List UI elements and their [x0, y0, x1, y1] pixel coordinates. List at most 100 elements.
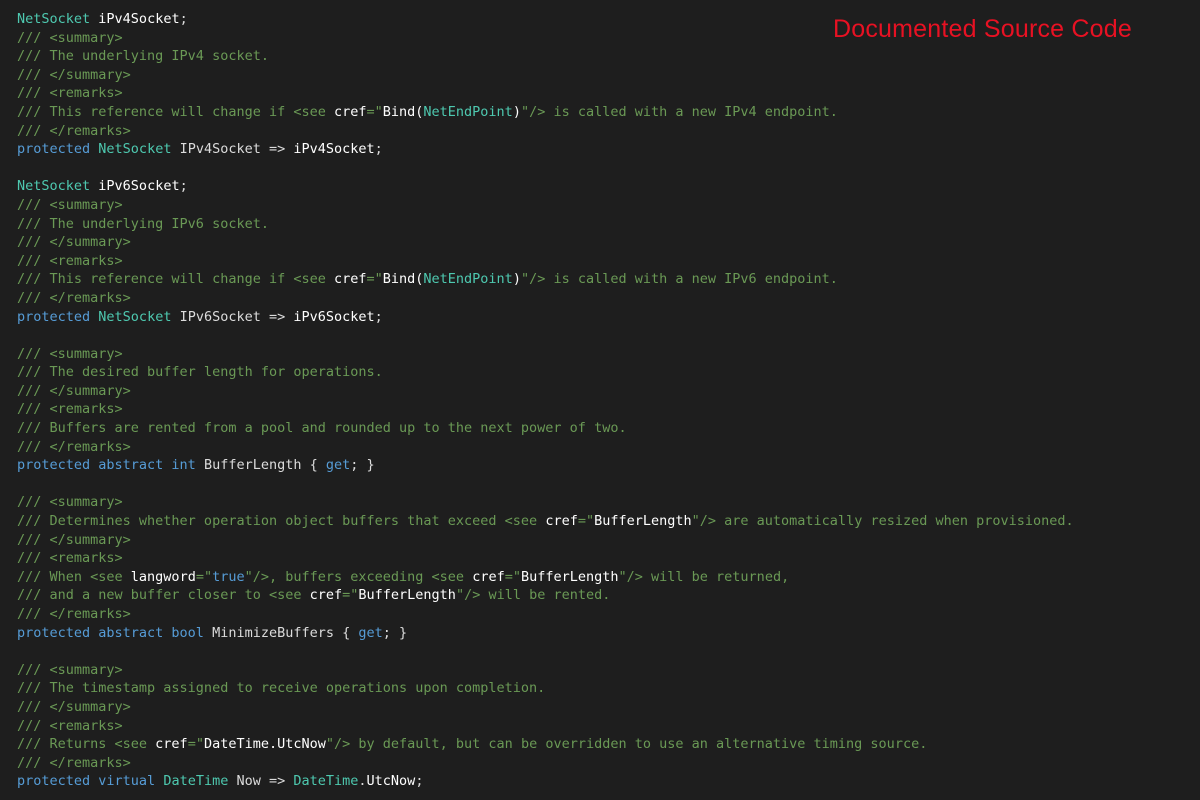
- code-token: "/>, buffers exceeding <see: [244, 568, 473, 585]
- code-token: iPv4Socket: [98, 11, 180, 27]
- code-line[interactable]: /// </summary>: [17, 66, 1074, 85]
- code-token: IPv4Socket =>: [171, 141, 294, 158]
- code-token: /// </remarks>: [17, 289, 131, 306]
- code-line[interactable]: /// </remarks>: [17, 289, 1074, 308]
- code-token: "/> is called with a new IPv6 endpoint.: [520, 271, 838, 288]
- code-line[interactable]: protected virtual DateTime Now => DateTi…: [17, 772, 1074, 791]
- code-line[interactable]: /// When <see langword="true"/>, buffers…: [17, 568, 1074, 587]
- code-token: =": [366, 271, 383, 288]
- code-token: BufferLength: [594, 513, 692, 530]
- code-line[interactable]: /// </summary>: [17, 233, 1074, 252]
- code-token: get: [358, 624, 383, 641]
- code-token: ;: [415, 773, 424, 790]
- code-line[interactable]: [17, 642, 1074, 661]
- code-token: /// <summary>: [17, 661, 123, 678]
- code-token: cref: [309, 587, 343, 604]
- code-token: /// </remarks>: [17, 438, 131, 455]
- code-token: =": [577, 513, 595, 530]
- code-line[interactable]: /// </summary>: [17, 698, 1074, 717]
- code-token: protected abstract int: [17, 457, 196, 474]
- code-line[interactable]: /// Returns <see cref="DateTime.UtcNow"/…: [17, 735, 1074, 754]
- code-token: /// </remarks>: [17, 754, 131, 771]
- page-title: Documented Source Code: [832, 15, 1132, 43]
- code-token: protected abstract bool: [17, 624, 204, 641]
- code-token: /// The desired buffer length for operat…: [17, 364, 383, 381]
- code-token: UtcNow: [366, 773, 416, 790]
- code-line[interactable]: /// <summary>: [17, 196, 1074, 215]
- code-token: /// Returns <see: [17, 736, 156, 753]
- code-line[interactable]: protected abstract bool MinimizeBuffers …: [17, 624, 1074, 643]
- code-token: /// <summary>: [17, 345, 123, 362]
- code-line[interactable]: /// <summary>: [17, 493, 1074, 512]
- code-token: /// <remarks>: [17, 252, 123, 269]
- code-token: true: [212, 568, 245, 585]
- code-token: .: [358, 773, 367, 790]
- code-line[interactable]: /// </summary>: [17, 531, 1074, 550]
- code-editor[interactable]: NetSocket iPv4Socket; /// <summary> /// Th…: [0, 0, 1200, 800]
- code-token: MinimizeBuffers {: [203, 624, 359, 641]
- code-token: BufferLength: [358, 587, 456, 604]
- code-token: /// </summary>: [17, 66, 131, 83]
- code-token: ;: [179, 11, 188, 27]
- code-line[interactable]: /// <remarks>: [17, 252, 1074, 271]
- code-area[interactable]: NetSocket iPv4Socket; /// <summary> /// Th…: [17, 10, 1074, 791]
- code-token: /// Determines whether operation object …: [17, 513, 546, 530]
- code-line[interactable]: /// The underlying IPv6 socket.: [17, 215, 1074, 234]
- code-token: protected: [17, 141, 91, 158]
- code-line[interactable]: /// <remarks>: [17, 549, 1074, 568]
- code-token: ): [512, 103, 521, 120]
- code-line[interactable]: /// </remarks>: [17, 754, 1074, 773]
- code-line[interactable]: /// </remarks>: [17, 438, 1074, 457]
- code-line[interactable]: /// </remarks>: [17, 605, 1074, 624]
- code-line[interactable]: /// </remarks>: [17, 122, 1074, 141]
- code-token: =": [366, 103, 383, 120]
- code-token: BufferLength {: [195, 457, 326, 474]
- code-line[interactable]: /// <remarks>: [17, 400, 1074, 419]
- code-token: /// <remarks>: [17, 85, 123, 102]
- code-token: /// <summary>: [17, 29, 123, 46]
- code-line[interactable]: /// and a new buffer closer to <see cref…: [17, 586, 1074, 605]
- code-token: /// <summary>: [17, 494, 123, 511]
- code-token: iPv6Socket: [98, 178, 180, 195]
- code-token: protected virtual: [17, 773, 156, 790]
- code-line[interactable]: /// This reference will change if <see c…: [17, 270, 1074, 289]
- code-token: NetSocket: [17, 11, 91, 27]
- code-token: =": [195, 568, 213, 585]
- code-line[interactable]: protected abstract int BufferLength { ge…: [17, 456, 1074, 475]
- code-token: ;: [374, 141, 383, 158]
- code-line[interactable]: protected NetSocket IPv6Socket => iPv6So…: [17, 308, 1074, 327]
- code-line[interactable]: /// The underlying IPv4 socket.: [17, 47, 1074, 66]
- code-token: "/> is called with a new IPv4 endpoint.: [520, 103, 838, 120]
- code-line[interactable]: /// This reference will change if <see c…: [17, 103, 1074, 122]
- code-line[interactable]: /// <remarks>: [17, 717, 1074, 736]
- code-token: /// </remarks>: [17, 122, 131, 139]
- code-line[interactable]: /// <summary>: [17, 661, 1074, 680]
- code-line[interactable]: [17, 326, 1074, 345]
- code-line[interactable]: protected NetSocket IPv4Socket => iPv4So…: [17, 140, 1074, 159]
- code-token: iPv4Socket: [293, 141, 375, 158]
- code-token: ;: [374, 308, 383, 325]
- code-token: ; }: [382, 624, 408, 641]
- code-line[interactable]: /// The timestamp assigned to receive op…: [17, 679, 1074, 698]
- code-token: "/> are automatically resized when provi…: [691, 513, 1074, 530]
- code-line[interactable]: /// The desired buffer length for operat…: [17, 363, 1074, 382]
- code-line[interactable]: [17, 475, 1074, 494]
- code-token: cref: [545, 513, 578, 530]
- code-line[interactable]: /// </summary>: [17, 382, 1074, 401]
- code-line[interactable]: /// <remarks>: [17, 84, 1074, 103]
- code-line[interactable]: /// Buffers are rented from a pool and r…: [17, 419, 1074, 438]
- code-token: "/> will be returned,: [618, 568, 790, 585]
- code-token: ): [512, 271, 521, 288]
- code-token: /// </remarks>: [17, 606, 131, 622]
- code-token: BufferLength: [520, 568, 619, 585]
- code-token: /// This reference will change if <see: [17, 103, 334, 120]
- code-line[interactable]: NetSocket iPv6Socket;: [17, 177, 1074, 196]
- code-line[interactable]: /// Determines whether operation object …: [17, 512, 1074, 531]
- code-token: /// and a new buffer closer to <see: [17, 587, 310, 604]
- code-token: cref: [472, 568, 505, 585]
- code-line[interactable]: /// <summary>: [17, 345, 1074, 364]
- code-token: /// The underlying IPv4 socket.: [17, 48, 269, 65]
- code-token: /// <remarks>: [17, 401, 123, 418]
- code-line[interactable]: [17, 159, 1074, 178]
- code-token: protected: [17, 308, 91, 325]
